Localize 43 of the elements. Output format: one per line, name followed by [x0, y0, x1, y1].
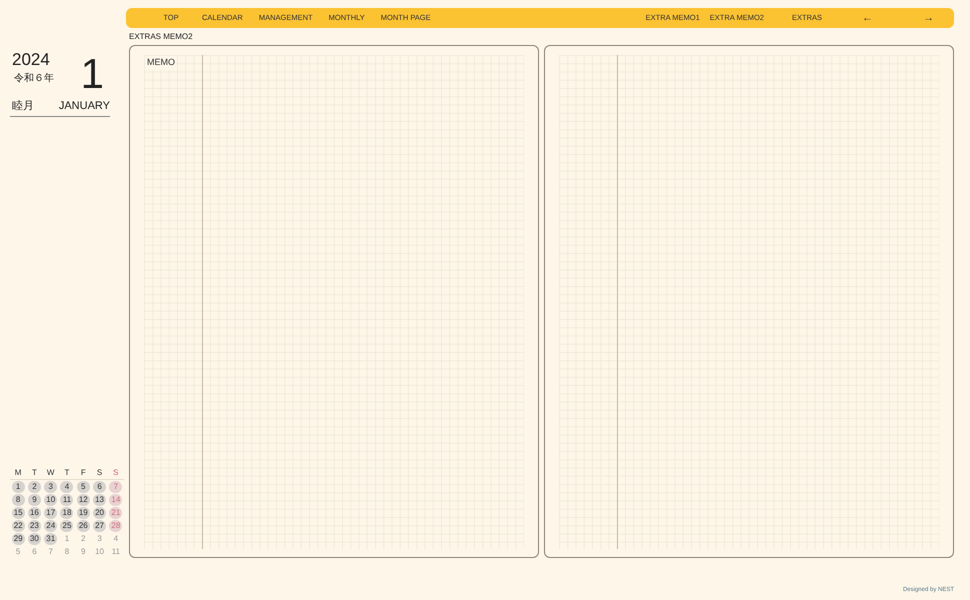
calendar-day[interactable]: 13: [93, 494, 106, 506]
weekday-label: F: [75, 467, 92, 480]
calendar-day[interactable]: 16: [28, 507, 41, 519]
month-number: 1: [80, 52, 104, 96]
month-english: JANUARY: [58, 99, 110, 114]
calendar-day[interactable]: 25: [60, 520, 74, 532]
calendar-day[interactable]: 11: [60, 494, 74, 506]
next-arrow[interactable]: →: [923, 10, 934, 26]
calendar-day[interactable]: 1: [12, 481, 25, 493]
calendar-day[interactable]: 9: [28, 494, 41, 506]
calendar-day[interactable]: 20: [93, 507, 106, 519]
weekday-label: T: [26, 467, 43, 480]
calendar-day[interactable]: 12: [76, 494, 90, 506]
era-text: 令和６年: [14, 72, 54, 86]
year-text: 2024: [12, 50, 51, 70]
calendar-day[interactable]: 22: [12, 520, 25, 532]
calendar-day[interactable]: 31: [44, 533, 58, 545]
breadcrumb-text: EXTRAS MEMO2: [129, 31, 194, 43]
calendar-day[interactable]: 24: [44, 520, 58, 532]
calendar-day[interactable]: 4: [60, 481, 74, 493]
weekday-label: S: [108, 467, 124, 480]
calendar-day[interactable]: 26: [76, 520, 90, 532]
calendar-day[interactable]: 2: [28, 481, 41, 493]
previous-arrow[interactable]: ←: [862, 10, 873, 26]
weekday-label: M: [10, 467, 26, 480]
calendar-day[interactable]: 15: [12, 507, 25, 519]
calendar-day[interactable]: 10: [44, 494, 58, 506]
weekday-label: W: [42, 467, 59, 480]
calendar-day[interactable]: 6: [93, 481, 106, 493]
calendar-day[interactable]: 8: [12, 494, 25, 506]
month-japanese: 睦月: [12, 99, 34, 114]
calendar-day[interactable]: 17: [44, 507, 58, 519]
calendar-day[interactable]: 23: [28, 520, 41, 532]
calendar-day[interactable]: 5: [76, 481, 90, 493]
weekday-label: S: [91, 467, 108, 480]
calendar-day[interactable]: 27: [93, 520, 106, 532]
calendar-day[interactable]: 3: [44, 481, 58, 493]
calendar-day[interactable]: 18: [60, 507, 74, 519]
weekday-label: T: [58, 467, 76, 480]
page-title: MEMO: [146, 56, 176, 70]
calendar-day[interactable]: 29: [12, 533, 25, 545]
calendar-day[interactable]: 30: [28, 533, 41, 545]
calendar-day[interactable]: 19: [76, 507, 90, 519]
